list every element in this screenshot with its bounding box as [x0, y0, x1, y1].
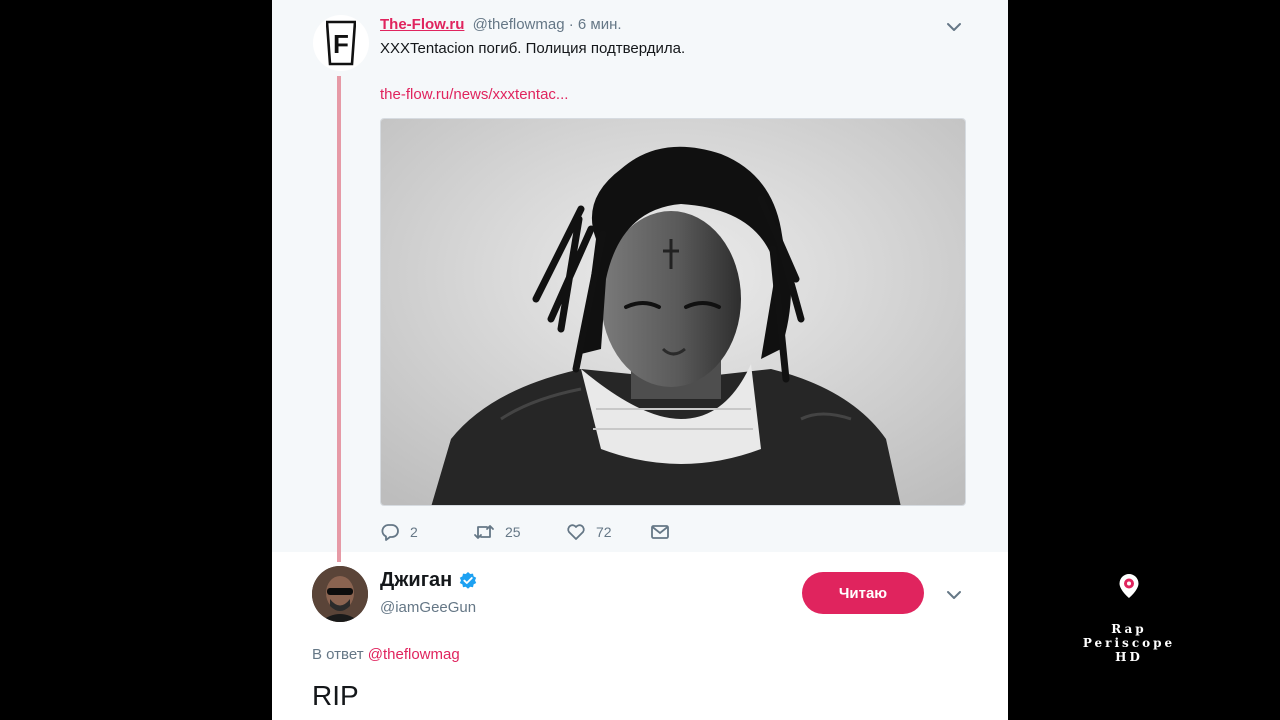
- svg-text:F: F: [333, 29, 349, 59]
- direct-message-icon: [651, 525, 669, 539]
- reply-prefix: В ответ: [312, 646, 364, 663]
- tweet-link[interactable]: the-flow.ru/news/xxxtentac...: [380, 86, 568, 103]
- author-name-row: Джиган: [380, 569, 478, 592]
- tweet-header: The-Flow.ru @theflowmag · 6 мин.: [380, 16, 622, 33]
- following-button[interactable]: Читаю: [802, 572, 924, 614]
- reply-tweet[interactable]: Джиган @iamGeeGun Читаю В ответ @theflow…: [272, 552, 1008, 720]
- like-icon: [567, 524, 585, 540]
- watermark-label: Rap Periscope HD: [1068, 622, 1190, 664]
- author-handle[interactable]: @theflowmag: [473, 16, 565, 33]
- author-handle[interactable]: @iamGeeGun: [380, 599, 476, 616]
- retweet-icon: [474, 525, 494, 539]
- tweet-actions: 2 25 72: [380, 518, 680, 546]
- watermark-line-2: Periscope: [1082, 636, 1176, 650]
- thread-connector-line: [337, 76, 341, 562]
- direct-message-action[interactable]: [650, 522, 680, 542]
- like-action[interactable]: 72: [566, 522, 650, 542]
- author-name[interactable]: Джиган: [380, 569, 452, 592]
- reply-count: 2: [410, 524, 418, 540]
- twitter-screenshot-panel: F The-Flow.ru @theflowmag · 6 мин. XXXTe…: [272, 0, 1008, 720]
- chevron-down-icon[interactable]: [945, 18, 963, 36]
- chevron-down-icon[interactable]: [945, 586, 963, 604]
- retweet-action[interactable]: 25: [473, 522, 566, 542]
- tweet-text: XXXTentacion погиб. Полиция подтвердила.: [380, 40, 686, 57]
- like-count: 72: [596, 524, 612, 540]
- theflow-logo-icon: F: [326, 20, 356, 66]
- reply-icon: [381, 524, 399, 541]
- reply-mention-link[interactable]: @theflowmag: [368, 646, 460, 663]
- watermark-line-1: Rap: [1111, 622, 1147, 636]
- theflow-avatar[interactable]: F: [313, 15, 369, 71]
- tweet-photo[interactable]: [380, 118, 966, 506]
- tweet-timestamp[interactable]: · 6 мин.: [569, 16, 622, 33]
- periscope-pin-icon: [1119, 574, 1139, 598]
- avatar[interactable]: [312, 566, 368, 622]
- parent-tweet[interactable]: F The-Flow.ru @theflowmag · 6 мин. XXXTe…: [272, 0, 1008, 552]
- author-name-link[interactable]: The-Flow.ru: [380, 16, 464, 33]
- reply-action[interactable]: 2: [380, 522, 473, 542]
- verified-badge-icon: [460, 571, 477, 589]
- retweet-count: 25: [505, 524, 521, 540]
- tweet-text: RIP: [312, 680, 359, 711]
- reply-context: В ответ @theflowmag: [312, 646, 460, 663]
- watermark-line-3: HD: [1115, 650, 1143, 664]
